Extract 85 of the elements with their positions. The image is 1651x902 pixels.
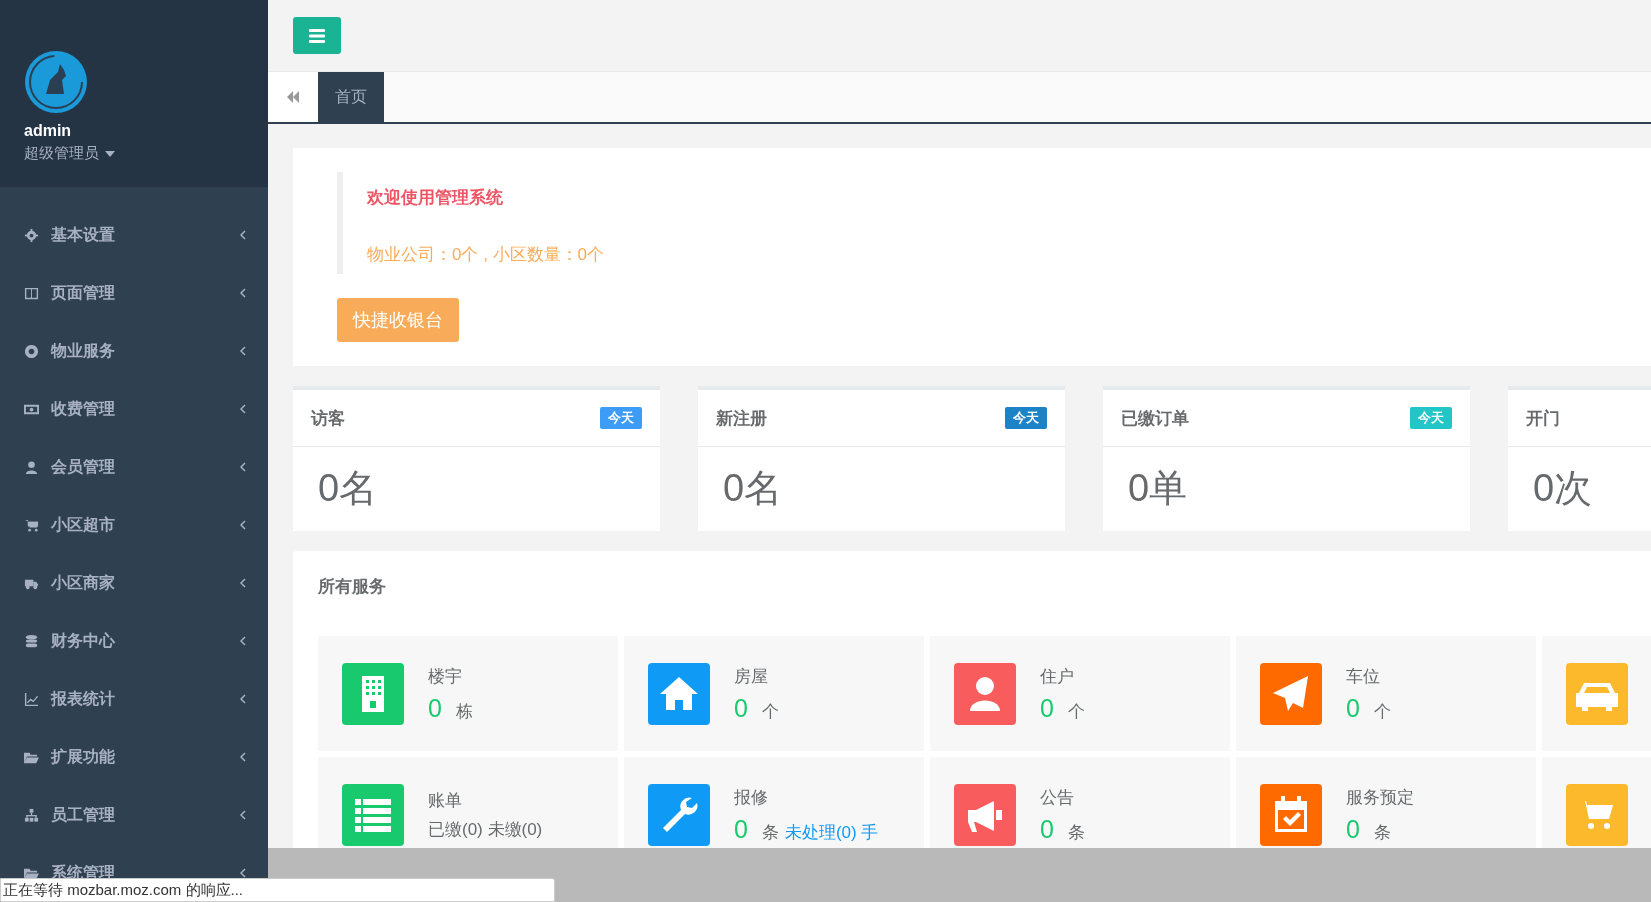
tile-count: 0 xyxy=(1040,814,1054,844)
tile-detail: 已缴(0) 未缴(0) xyxy=(428,818,543,841)
service-tile[interactable]: 车位 0 个 xyxy=(1236,636,1536,751)
tab[interactable]: 首页 xyxy=(318,72,384,122)
stat-value: 0名 xyxy=(723,466,783,511)
tile-unit: 栋 xyxy=(455,700,473,723)
nav-item[interactable]: 收费管理 xyxy=(0,380,268,438)
service-tile[interactable]: 报修 0 条 未处理(0) 手 xyxy=(624,757,924,848)
chevron-left-icon xyxy=(240,462,246,472)
stat-title: 新注册 xyxy=(716,407,767,430)
database-icon xyxy=(24,633,39,649)
tile-label: 账单 xyxy=(428,789,463,812)
tile-unit: 条 xyxy=(1067,821,1085,844)
tile-count: 0 xyxy=(1346,693,1360,723)
stat-title: 已缴订单 xyxy=(1121,407,1189,430)
chevron-left-icon xyxy=(240,694,246,704)
tile-label: 公告 xyxy=(1040,786,1075,809)
nav-item[interactable]: 页面管理 xyxy=(0,264,268,322)
service-tile[interactable]: 房屋 0 个 xyxy=(624,636,924,751)
caret-icon xyxy=(105,150,115,157)
pending-link[interactable]: 未处理(0) 手 xyxy=(784,820,879,844)
user-icon xyxy=(24,459,39,475)
welcome-title: 欢迎使用管理系统 xyxy=(367,187,504,209)
nav-item[interactable]: 会员管理 xyxy=(0,438,268,496)
chevron-left-icon xyxy=(240,752,246,762)
user-role-dropdown[interactable]: 超级管理员 xyxy=(24,144,115,163)
today-label: 今天 xyxy=(1410,407,1452,429)
service-tile[interactable]: 服务预定 0 条 xyxy=(1236,757,1536,848)
tile-count: 0 xyxy=(1346,814,1360,844)
tile-unit: 个 xyxy=(1067,700,1085,723)
menu-icon xyxy=(309,28,325,43)
chevron-left-icon xyxy=(240,346,246,356)
nav-item[interactable]: 报表统计 xyxy=(0,670,268,728)
chevron-left-icon xyxy=(240,636,246,646)
columns-icon xyxy=(24,285,39,301)
loading-status-toast: 正在等待 mozbar.moz.com 的响应... xyxy=(0,878,555,902)
tile-label: 楼宇 xyxy=(428,665,463,688)
service-tile[interactable]: 账单 已缴(0) 未缴(0) xyxy=(318,757,618,848)
menu-button[interactable] xyxy=(293,17,341,54)
nav-item[interactable]: 物业服务 xyxy=(0,322,268,380)
stat-value: 0名 xyxy=(318,466,378,511)
user-name: admin xyxy=(24,122,72,140)
tile-label: 房屋 xyxy=(734,665,769,688)
cart-icon xyxy=(24,517,39,533)
nav-item[interactable]: 财务中心 xyxy=(0,612,268,670)
chevron-left-icon xyxy=(240,404,246,414)
tile-count: 0 xyxy=(734,693,748,723)
chart-icon xyxy=(24,691,39,707)
tile-unit: 个 xyxy=(1373,700,1391,723)
nav-item[interactable]: 扩展功能 xyxy=(0,728,268,786)
chevron-left-icon xyxy=(240,520,246,530)
tile-label: 报修 xyxy=(734,786,769,809)
nav-item[interactable]: 小区商家 xyxy=(0,554,268,612)
nav-item[interactable]: 基本设置 xyxy=(0,206,268,264)
today-label: 今天 xyxy=(1005,407,1047,429)
double-chevron-left-icon xyxy=(286,91,300,103)
tile-unit: 条 xyxy=(761,821,779,844)
tile-label: 住户 xyxy=(1040,665,1075,688)
chevron-left-icon xyxy=(240,288,246,298)
sitemap-icon xyxy=(24,807,39,823)
chevron-left-icon xyxy=(240,578,246,588)
stat-value: 0次 xyxy=(1533,466,1593,511)
scroll-left-button[interactable] xyxy=(268,72,318,122)
nav-item[interactable]: 小区超市 xyxy=(0,496,268,554)
service-tile[interactable]: 住户 0 个 xyxy=(930,636,1230,751)
service-tile[interactable]: 楼宇 0 栋 xyxy=(318,636,618,751)
tile-label: 车位 xyxy=(1346,665,1381,688)
tile-unit: 条 xyxy=(1373,821,1391,844)
stat-title: 访客 xyxy=(311,407,345,430)
chevron-left-icon xyxy=(240,868,246,878)
stat-title: 开门 xyxy=(1526,407,1560,430)
nav-item[interactable]: 员工管理 xyxy=(0,786,268,844)
tile-count: 0 xyxy=(428,693,442,723)
chevron-left-icon xyxy=(240,230,246,240)
service-tile[interactable]: 公告 0 条 xyxy=(930,757,1230,848)
tile-label: 服务预定 xyxy=(1346,786,1414,809)
summary-text: 物业公司：0个 , 小区数量：0个 xyxy=(367,244,605,266)
today-label: 今天 xyxy=(600,407,642,429)
stat-value: 0单 xyxy=(1128,466,1188,511)
tile-unit: 个 xyxy=(761,700,779,723)
tile-count: 0 xyxy=(1040,693,1054,723)
wolf-logo-icon xyxy=(24,50,88,114)
tile-count: 0 xyxy=(734,814,748,844)
panel-title: 所有服务 xyxy=(318,576,386,598)
chevron-left-icon xyxy=(240,810,246,820)
